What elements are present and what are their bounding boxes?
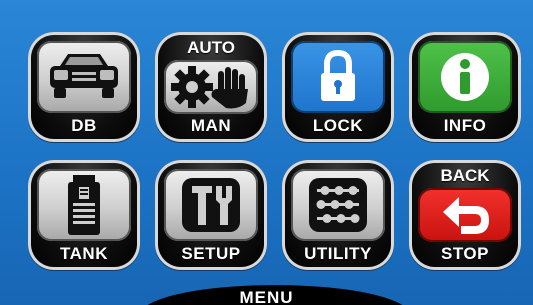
info-label: INFO [443, 116, 487, 135]
car-icon [50, 54, 118, 98]
db-button[interactable]: DB [28, 32, 140, 142]
auto-man-button[interactable]: AUTO MAN [155, 32, 267, 142]
auto-man-panel [164, 60, 258, 114]
utility-label: UTILITY [304, 244, 372, 263]
sliders-icon [309, 178, 367, 232]
info-button[interactable]: INFO [409, 32, 521, 142]
back-stop-panel [418, 188, 512, 242]
lock-button[interactable]: LOCK [282, 32, 394, 142]
setup-panel [164, 169, 258, 241]
tank-label: TANK [60, 244, 108, 263]
utility-button[interactable]: UTILITY [282, 160, 394, 270]
db-panel [37, 41, 131, 113]
lock-panel [291, 41, 385, 113]
menu-screen: DB AUTO MAN LOCK INFO TANK SETUP UTILITY… [0, 0, 533, 305]
menu-title: MENU [239, 288, 294, 305]
tank-panel [37, 169, 131, 241]
man-label: MAN [190, 116, 232, 135]
padlock-icon [321, 49, 355, 101]
db-label: DB [71, 116, 97, 135]
back-stop-button[interactable]: BACK STOP [409, 160, 521, 270]
info-icon [441, 53, 489, 101]
utility-panel [291, 169, 385, 241]
tank-button[interactable]: TANK [28, 160, 140, 270]
tools-icon [182, 178, 240, 232]
back-arrow-icon [443, 197, 489, 234]
info-panel [418, 41, 512, 113]
stop-label: STOP [441, 244, 489, 263]
tank-icon [68, 175, 100, 235]
setup-button[interactable]: SETUP [155, 160, 267, 270]
lock-label: LOCK [312, 116, 364, 135]
auto-label: AUTO [187, 38, 235, 57]
back-label: BACK [440, 166, 490, 185]
gear-hand-icon [171, 66, 248, 109]
setup-label: SETUP [181, 244, 241, 263]
